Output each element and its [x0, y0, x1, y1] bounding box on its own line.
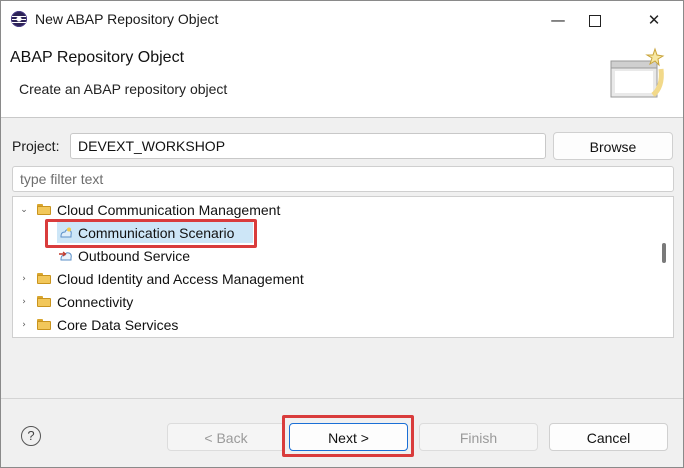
folder-icon — [37, 204, 52, 215]
folder-icon — [37, 296, 52, 307]
tree-item-label: Communication Scenario — [78, 225, 235, 241]
project-label: Project: — [12, 138, 60, 154]
finish-button[interactable]: Finish — [419, 423, 538, 451]
filter-field[interactable] — [12, 166, 674, 192]
chevron-right-icon[interactable]: › — [19, 274, 29, 284]
tree-item-cloud-identity-and-access-management[interactable]: › Cloud Identity and Access Management — [13, 268, 653, 291]
back-button[interactable]: < Back — [167, 423, 285, 451]
wizard-title: ABAP Repository Object — [10, 49, 185, 66]
browse-button[interactable]: Browse — [553, 132, 673, 160]
tree-item-label: Cloud Communication Management — [57, 202, 281, 218]
project-field[interactable] — [70, 133, 546, 159]
tree-item-label: Cloud Identity and Access Management — [57, 271, 304, 287]
tree-scrollbar[interactable] — [659, 197, 671, 337]
project-input[interactable] — [71, 134, 538, 158]
outbound-service-icon — [59, 251, 72, 261]
folder-icon — [37, 273, 52, 284]
help-icon[interactable]: ? — [21, 426, 41, 446]
maximize-icon — [589, 14, 601, 27]
close-button[interactable]: ✕ — [631, 1, 677, 39]
filter-input[interactable] — [13, 167, 660, 191]
next-button[interactable]: Next > — [289, 423, 408, 451]
tree-item-outbound-service[interactable]: Outbound Service — [13, 245, 653, 268]
tree-item-cloud-communication-management[interactable]: ⌄ Cloud Communication Management — [13, 199, 653, 222]
tree-item-core-data-services[interactable]: › Core Data Services — [13, 314, 653, 337]
scrollbar-thumb[interactable] — [662, 243, 666, 263]
chevron-right-icon[interactable]: › — [19, 297, 29, 307]
title-bar: New ABAP Repository Object — ✕ — [1, 1, 683, 39]
object-type-tree[interactable]: ⌄ Cloud Communication Management Communi… — [12, 196, 674, 338]
tree-item-label: Connectivity — [57, 294, 134, 310]
window-title: New ABAP Repository Object — [35, 11, 219, 27]
tree-item-connectivity[interactable]: › Connectivity — [13, 291, 653, 314]
tree-item-communication-scenario[interactable]: Communication Scenario — [13, 222, 653, 245]
wizard-banner: ABAP Repository Object Create an ABAP re… — [1, 39, 683, 118]
cancel-button[interactable]: Cancel — [549, 423, 668, 451]
wizard-description: Create an ABAP repository object — [19, 81, 228, 97]
chevron-right-icon[interactable]: › — [19, 320, 29, 330]
folder-icon — [37, 319, 52, 330]
tree-item-label: Core Data Services — [57, 317, 179, 333]
new-object-wizard-icon — [610, 47, 665, 98]
maximize-button[interactable] — [572, 1, 618, 39]
chevron-down-icon[interactable]: ⌄ — [19, 205, 29, 215]
eclipse-app-icon — [11, 11, 27, 27]
footer-divider — [1, 398, 683, 399]
dialog-window: New ABAP Repository Object — ✕ ABAP Repo… — [0, 0, 684, 468]
tree-item-label: Outbound Service — [78, 248, 191, 264]
communication-scenario-icon — [60, 227, 72, 238]
